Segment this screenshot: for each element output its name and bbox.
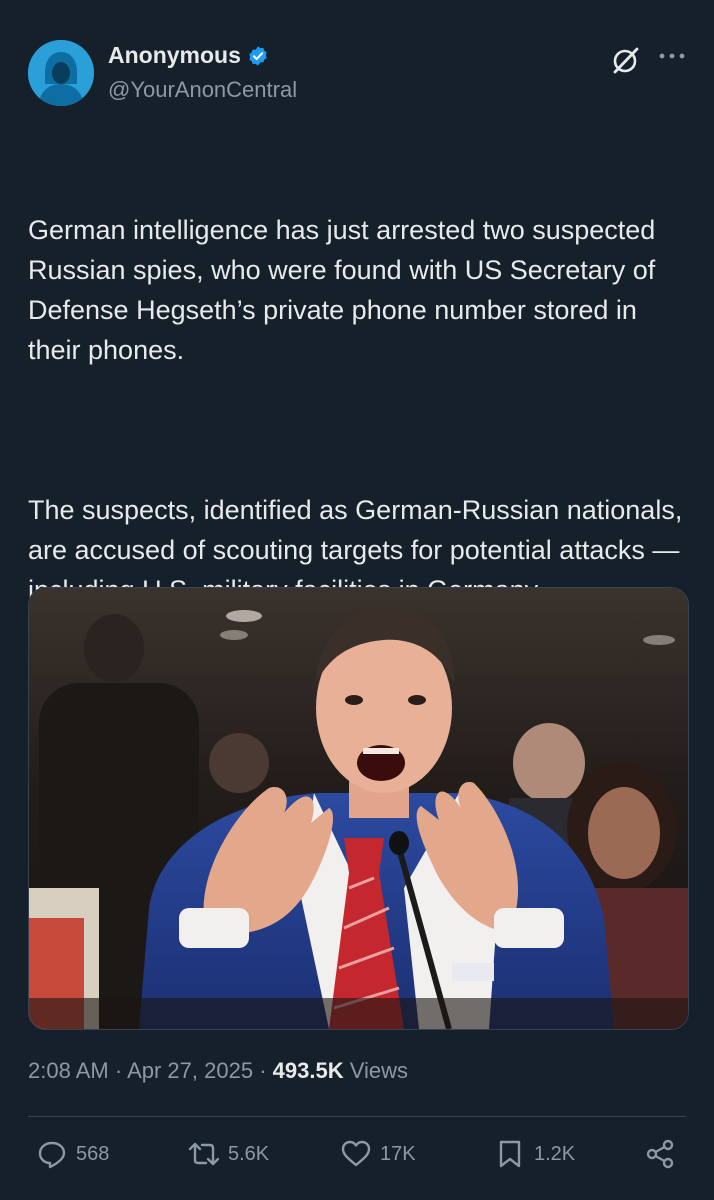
verified-badge-icon (249, 45, 267, 66)
hooded-figure-avatar-icon (28, 40, 94, 106)
tweet-photo[interactable] (28, 587, 689, 1030)
heart-icon (341, 1140, 371, 1167)
bookmark-button[interactable]: 1.2K (494, 1138, 575, 1170)
more-icon[interactable] (656, 44, 688, 68)
share-icon (646, 1139, 674, 1169)
views-count: 493.5K (272, 1058, 344, 1083)
tweet-time[interactable]: 2:08 AM (28, 1058, 109, 1083)
author-handle[interactable]: @YourAnonCentral (108, 77, 297, 103)
action-bar: 568 5.6K 17K 1.2K (0, 1138, 714, 1182)
grok-icon[interactable] (610, 44, 642, 76)
avatar[interactable] (28, 40, 94, 106)
meta-separator: · (259, 1058, 267, 1083)
repost-button[interactable]: 5.6K (188, 1138, 269, 1170)
bookmark-icon (499, 1140, 521, 1168)
tweet-paragraph-1: German intelligence has just arrested tw… (28, 215, 663, 365)
tweet-meta: 2:08 AM · Apr 27, 2025 · 493.5K Views (28, 1058, 408, 1084)
reply-icon (38, 1141, 66, 1169)
share-button[interactable] (644, 1138, 684, 1170)
views-label: Views (349, 1058, 409, 1083)
photo-illustration (29, 588, 688, 1029)
repost-icon (188, 1142, 220, 1166)
bookmark-count: 1.2K (534, 1142, 576, 1165)
meta-separator: · (114, 1058, 123, 1083)
tweet-date[interactable]: Apr 27, 2025 (127, 1058, 253, 1083)
author-name[interactable]: Anonymous (108, 42, 241, 69)
like-count: 17K (380, 1142, 416, 1165)
repost-count: 5.6K (228, 1142, 270, 1165)
like-button[interactable]: 17K (340, 1138, 416, 1170)
reply-count: 568 (76, 1142, 110, 1165)
divider (28, 1116, 686, 1117)
reply-button[interactable]: 568 (36, 1138, 109, 1170)
